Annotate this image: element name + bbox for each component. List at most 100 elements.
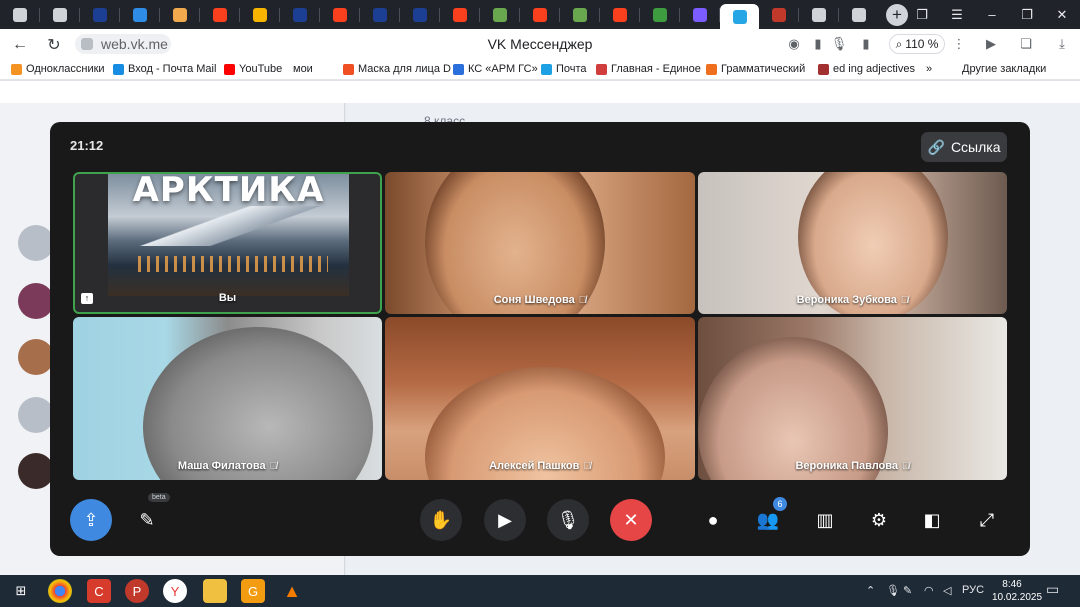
bookmark-item[interactable]: Почта (541, 63, 587, 75)
uk-flag-icon (412, 7, 427, 22)
fullscreen-button[interactable]: ⤢ (966, 499, 1008, 541)
maximize-button[interactable]: ❐ (1010, 0, 1044, 29)
browser-tab[interactable] (839, 0, 878, 29)
layout-button[interactable]: ▥ (804, 499, 846, 541)
bookmark-item[interactable]: Одноклассники (11, 63, 105, 75)
browser-tab[interactable] (120, 0, 159, 29)
settings-button[interactable]: ⚙ (858, 499, 900, 541)
raise-hand-button[interactable]: ✋ (420, 499, 462, 541)
bookmark-item[interactable]: Главная - Единое (596, 63, 701, 75)
microphone-tray-icon[interactable]: 🎙 (886, 584, 900, 597)
browser-tab[interactable] (720, 4, 759, 29)
chrome-taskbar-icon[interactable] (48, 579, 72, 603)
microphone-button[interactable]: 🎙 (547, 499, 589, 541)
yandex-icon (452, 7, 467, 22)
yandex-browser-taskbar-icon[interactable]: Y (163, 579, 187, 603)
browser-tab[interactable] (680, 0, 719, 29)
site-info-icon[interactable] (81, 38, 93, 50)
minimize-call-button[interactable]: ◧ (911, 499, 953, 541)
browser-tab[interactable] (200, 0, 239, 29)
participant-tile[interactable]: Вероника Зубкова 🎙̸ (698, 172, 1007, 314)
system-clock[interactable]: 8:46 10.02.2025 (992, 578, 1042, 604)
picture-in-picture-icon: ◧ (923, 509, 941, 530)
participant-tile[interactable]: Вероника Павлова 🎙̸ (698, 317, 1007, 480)
link-button-label: Ссылка (950, 139, 1001, 155)
browser-tab[interactable] (520, 0, 559, 29)
document-icon (851, 7, 866, 22)
close-window-button[interactable]: ✕ (1045, 0, 1079, 29)
download-icon[interactable]: ⤓ (1054, 36, 1070, 52)
bookmark-icon[interactable]: ▮ (858, 36, 874, 52)
collections-icon[interactable]: ❏ (1018, 36, 1034, 52)
bookmark-item[interactable]: мои (293, 63, 313, 75)
participant-tile[interactable]: Маша Филатова 🎙̸ (73, 317, 382, 480)
chat-button[interactable]: ● (692, 499, 734, 541)
avatar (18, 397, 54, 433)
browser-tab[interactable] (40, 0, 79, 29)
browser-tab[interactable] (759, 0, 798, 29)
share-screen-button[interactable]: ⇪ (70, 499, 112, 541)
bookmark-item[interactable]: КС «АРМ ГС» (453, 63, 538, 75)
tray-expand-icon[interactable]: ⌃ (866, 584, 875, 597)
bookmark-favicon-icon (343, 63, 354, 75)
menu-icon[interactable]: ☰ (940, 0, 974, 29)
wifi-icon[interactable]: ◠ (924, 584, 934, 597)
app-taskbar-icon[interactable]: G (241, 579, 265, 603)
minimize-button[interactable]: – (975, 0, 1009, 29)
participant-tile-self[interactable]: АРКТИКА ↑ Вы (73, 172, 382, 314)
browser-tab[interactable] (400, 0, 439, 29)
browser-tab[interactable] (440, 0, 479, 29)
link-button[interactable]: 🔗 Ссылка (921, 132, 1007, 162)
bookmark-item[interactable]: Другие закладки (962, 63, 1046, 75)
browser-tab[interactable] (799, 0, 838, 29)
bookmark-item[interactable]: » (926, 63, 932, 75)
app-taskbar-icon[interactable]: P (125, 579, 149, 603)
effects-button[interactable]: ✎ beta (126, 493, 170, 541)
participant-tile[interactable]: Соня Шведова 🎙̸ (385, 172, 695, 314)
browser-tab[interactable] (80, 0, 119, 29)
start-button[interactable]: ⊞ (9, 579, 33, 603)
zoom-indicator[interactable]: ⌕ 110 % (889, 34, 945, 54)
vk-call-icon (732, 9, 747, 24)
bookmark-item[interactable]: Маска для лица D (343, 63, 451, 75)
permissions-icon[interactable]: ◉ (786, 36, 802, 52)
browser-tab[interactable] (280, 0, 319, 29)
browser-tab[interactable] (320, 0, 359, 29)
file-explorer-taskbar-icon[interactable] (203, 579, 227, 603)
browser-tab[interactable] (600, 0, 639, 29)
browser-tab[interactable] (560, 0, 599, 29)
camera-icon[interactable]: ▮ (810, 36, 826, 52)
bookmark-item[interactable]: ed ing adjectives (818, 63, 915, 75)
more-icon[interactable]: ⋮ (951, 36, 967, 52)
participants-count-badge: 6 (773, 497, 787, 511)
input-tray-icon[interactable]: ✎ (903, 584, 912, 597)
volume-icon[interactable]: ◁ (943, 584, 951, 597)
video-camera-icon: ▶ (498, 509, 512, 530)
browser-tab[interactable] (240, 0, 279, 29)
notifications-icon[interactable]: ▭ (1046, 581, 1059, 598)
browser-tab[interactable] (160, 0, 199, 29)
microphone-icon[interactable]: 🎙 (831, 36, 848, 52)
app-taskbar-icon[interactable]: C (87, 579, 111, 603)
back-button[interactable]: ← (7, 32, 33, 58)
beta-badge: beta (148, 493, 170, 502)
close-icon: ✕ (623, 509, 639, 530)
url-field[interactable]: web.vk.me (75, 34, 171, 54)
participants-button[interactable]: 👥 6 (747, 497, 789, 541)
camera-button[interactable]: ▶ (484, 499, 526, 541)
browser-tab[interactable] (360, 0, 399, 29)
reload-button[interactable]: ↻ (41, 32, 67, 58)
browser-tab[interactable] (640, 0, 679, 29)
video-popout-icon[interactable]: ▶ (983, 36, 999, 52)
end-call-button[interactable]: ✕ (610, 499, 652, 541)
browser-tab[interactable] (480, 0, 519, 29)
participant-tile[interactable]: Алексей Пашков 🎙̸ (385, 317, 695, 480)
bookmark-item[interactable]: Вход - Почта Mail (113, 63, 216, 75)
uk-flag-icon (92, 7, 107, 22)
language-indicator[interactable]: РУС (962, 584, 984, 596)
vlc-taskbar-icon[interactable]: ▲ (280, 579, 304, 603)
browser-tab[interactable] (0, 0, 39, 29)
tab-manager-icon[interactable]: ❐ (905, 0, 939, 29)
bookmark-item[interactable]: Грамматический (706, 63, 805, 75)
bookmark-item[interactable]: YouTube (224, 63, 282, 75)
